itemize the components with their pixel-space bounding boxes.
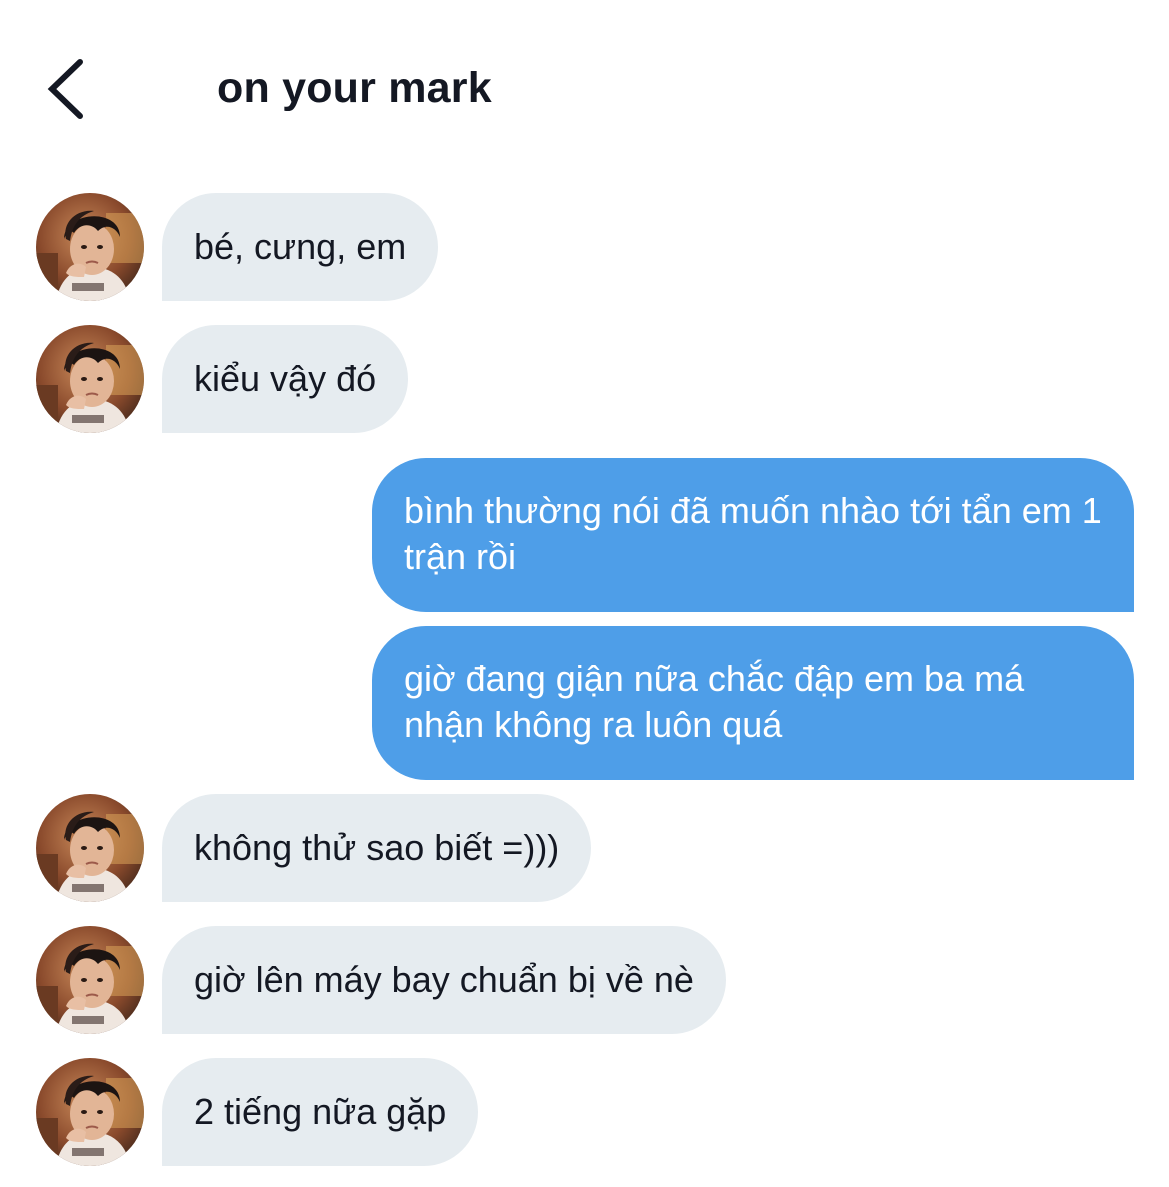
message-bubble[interactable]: không thử sao biết =))): [162, 794, 592, 902]
message-bubble-outgoing[interactable]: giờ đang giận nữa chắc đập em ba má nhận…: [372, 626, 1134, 780]
chevron-left-icon: [40, 56, 90, 122]
message-bubble[interactable]: giờ lên máy bay chuẩn bị về nè: [162, 926, 726, 1034]
chat-header: on your mark: [0, 0, 1169, 170]
message-bubble[interactable]: 2 tiếng nữa gặp: [162, 1058, 479, 1166]
message-bubble-outgoing[interactable]: bình thường nói đã muốn nhào tới tẩn em …: [372, 458, 1134, 612]
avatar[interactable]: [36, 193, 144, 301]
avatar[interactable]: [36, 325, 144, 433]
avatar[interactable]: [36, 1058, 144, 1166]
avatar[interactable]: [36, 926, 144, 1034]
back-button[interactable]: [40, 56, 90, 122]
avatar[interactable]: [36, 794, 144, 902]
message-bubble[interactable]: bé, cưng, em: [162, 193, 439, 301]
conversation-title: on your mark: [217, 64, 492, 112]
message-bubble[interactable]: kiểu vậy đó: [162, 325, 409, 433]
